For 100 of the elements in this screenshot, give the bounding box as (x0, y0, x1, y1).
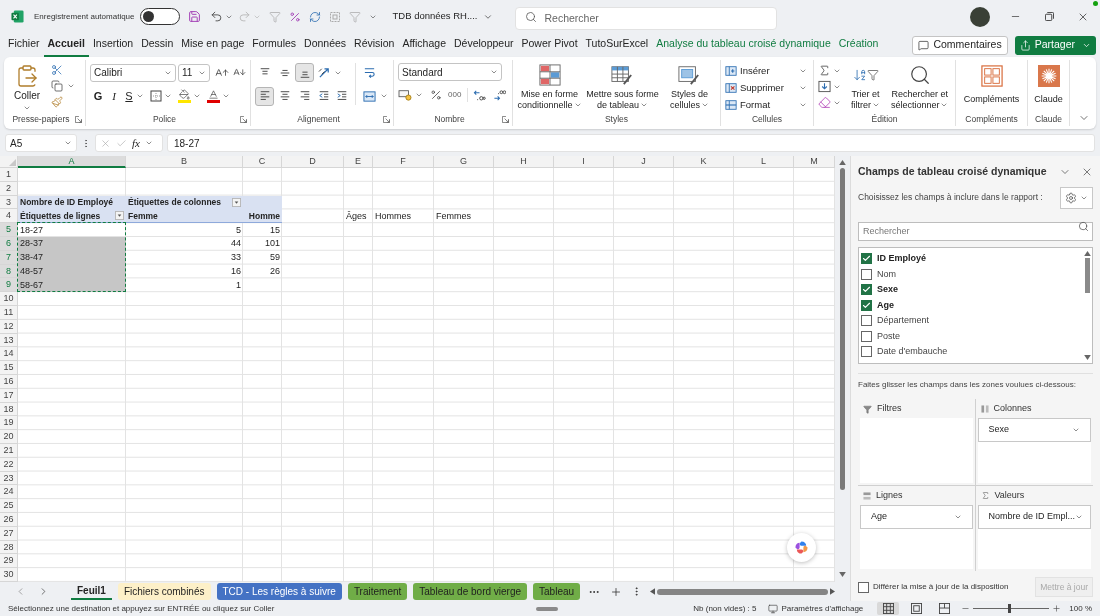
sheet-tab[interactable]: Tableau de bord vierge (413, 583, 528, 600)
row-header[interactable]: 30 (0, 568, 18, 582)
ribbon-tab[interactable]: Données (300, 33, 351, 57)
decrease-decimal-icon[interactable] (473, 88, 487, 102)
view-button[interactable] (877, 602, 900, 615)
sheet-tab[interactable]: Feuil1 (71, 583, 112, 600)
sheet-tab[interactable]: Tableau (533, 583, 581, 600)
file-name[interactable]: TDB données RH.... (392, 9, 478, 24)
formula-field[interactable]: 18-27 (167, 134, 1095, 152)
ribbon-tab[interactable]: TutoSurExcel (581, 33, 653, 57)
zoom-in-icon[interactable] (1052, 604, 1062, 613)
ribbon-tab[interactable]: Développeur (450, 33, 518, 57)
field-label[interactable]: Sexe (877, 283, 899, 297)
search-field[interactable]: Rechercher (514, 6, 777, 30)
checkbox[interactable] (861, 315, 872, 327)
column-header[interactable]: F (373, 156, 434, 168)
row-header[interactable]: 10 (0, 292, 18, 306)
row-header[interactable]: 29 (0, 554, 18, 569)
borders-icon[interactable] (150, 90, 162, 102)
add-sheet-icon[interactable] (610, 585, 623, 598)
accounting-format-icon[interactable] (398, 89, 412, 101)
ribbon-tab[interactable]: Insertion (88, 33, 138, 57)
horizontal-align-button[interactable] (255, 86, 274, 106)
drop-zone[interactable]: Sexe (977, 418, 1091, 483)
text-orientation-icon[interactable] (318, 66, 331, 79)
underline-button[interactable]: S (122, 87, 136, 105)
wrap-text-icon[interactable] (363, 66, 376, 79)
zoom-slider[interactable] (973, 604, 1050, 613)
column-header[interactable]: A (18, 156, 126, 168)
paste-button[interactable]: Coller (8, 63, 46, 113)
filter-dropdown-icon[interactable] (115, 211, 124, 221)
editing-button[interactable]: Trier et filtrer (845, 63, 886, 110)
field-label[interactable]: Age (877, 298, 894, 312)
checkbox[interactable] (861, 346, 872, 358)
display-settings-button[interactable]: Paramètres d'affichage (768, 602, 864, 615)
sheet-tab[interactable]: Traitement (347, 583, 408, 600)
column-header[interactable]: B (126, 156, 243, 168)
ribbon-tab[interactable]: Révision (350, 33, 399, 57)
field-label[interactable]: ID Employé (877, 252, 926, 266)
comments-button[interactable]: Commentaires (912, 35, 1008, 55)
increase-decimal-icon[interactable] (493, 88, 507, 102)
sheet-tab[interactable]: Fichiers combinés (117, 583, 211, 600)
scroll-up-arrow-icon[interactable] (1083, 251, 1091, 256)
editing-button[interactable]: Rechercher et sélectionner (888, 63, 951, 110)
refresh-icon[interactable] (308, 10, 321, 23)
field-label[interactable]: Département (877, 314, 930, 328)
checkbox[interactable] (861, 284, 872, 296)
ribbon-tab[interactable]: Formules (248, 33, 301, 57)
styles-button[interactable]: Mise en forme conditionnelle (517, 63, 582, 110)
user-avatar[interactable] (970, 6, 990, 27)
ribbon-tab[interactable]: Dessin (137, 33, 178, 57)
row-header[interactable]: 25 (0, 499, 18, 513)
claude-button[interactable]: Claude (1032, 63, 1065, 105)
column-header[interactable]: E (344, 156, 373, 168)
dialog-launcher-icon[interactable] (502, 116, 509, 123)
fill-color-icon[interactable] (178, 89, 191, 103)
scrollbar-thumb[interactable] (657, 588, 828, 595)
drop-zone[interactable]: Nombre de ID Empl... (977, 504, 1091, 569)
ribbon-tab[interactable]: Création (834, 33, 883, 57)
checkbox[interactable] (858, 581, 869, 593)
scroll-down-arrow-icon[interactable] (1083, 355, 1091, 360)
sheet-tab[interactable]: TCD - Les règles à suivre (216, 583, 342, 600)
eraser-icon[interactable] (818, 96, 831, 109)
autosave-toggle[interactable] (139, 8, 180, 25)
column-header[interactable]: G (434, 156, 494, 168)
percent-icon[interactable] (430, 89, 442, 101)
area-field-chip[interactable]: Age (860, 504, 973, 529)
caret-icon[interactable] (222, 92, 230, 100)
caret-icon[interactable] (164, 92, 172, 100)
column-header[interactable]: J (614, 156, 674, 168)
close-icon[interactable] (1081, 166, 1093, 178)
font-size-dropdown[interactable]: 11 (178, 63, 210, 82)
scrollbar-thumb[interactable] (840, 168, 845, 490)
italic-button[interactable]: I (106, 87, 122, 105)
row-header[interactable]: 19 (0, 416, 18, 431)
field-label[interactable]: Poste (877, 329, 900, 343)
percent-icon[interactable] (288, 10, 301, 23)
name-box[interactable]: A5 (5, 134, 77, 152)
scroll-down-arrow-icon[interactable] (839, 572, 846, 577)
column-header[interactable]: M (794, 156, 835, 168)
field-label[interactable]: Nom (877, 267, 896, 281)
ribbon-tab[interactable]: Fichier (4, 33, 44, 57)
row-header[interactable]: 5 (0, 223, 18, 237)
area-field-chip[interactable]: Nombre de ID Empl... (977, 504, 1091, 529)
caret-icon[interactable] (415, 91, 423, 99)
scroll-up-arrow-icon[interactable] (839, 160, 846, 165)
ribbon-tab[interactable]: Mise en page (177, 33, 249, 57)
area-field-chip[interactable]: Sexe (977, 418, 1091, 442)
autosum-icon[interactable] (818, 64, 831, 77)
column-header[interactable]: K (674, 156, 734, 168)
settings-button[interactable] (1060, 186, 1093, 209)
caret-icon[interactable] (136, 92, 144, 100)
styles-button[interactable]: Mettre sous forme de tableau (582, 63, 663, 110)
column-header[interactable]: I (554, 156, 614, 168)
cells-button[interactable]: Supprimer (725, 80, 807, 96)
checkbox[interactable] (861, 330, 872, 342)
thousands-separator-button[interactable]: 000 (447, 89, 463, 101)
defer-update-label[interactable]: Différer la mise à jour de la disposition (873, 581, 1009, 593)
caret-icon[interactable] (67, 82, 75, 90)
ribbon-tab[interactable]: Analyse du tableau croisé dynamique (652, 33, 835, 57)
